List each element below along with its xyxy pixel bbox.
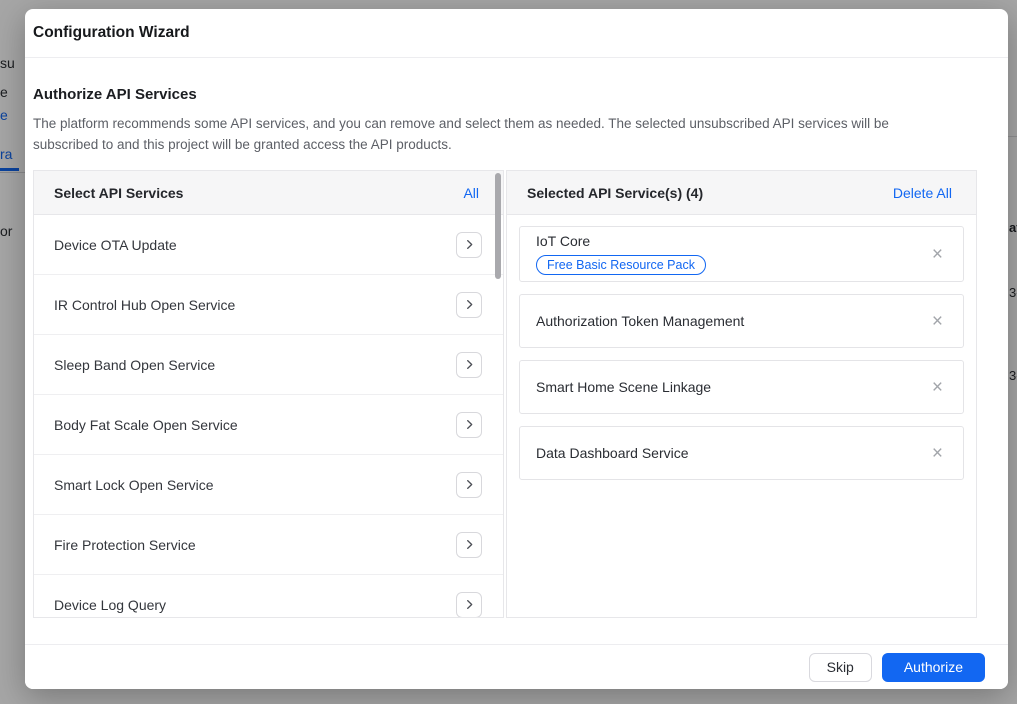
service-name: Data Dashboard Service <box>536 445 689 461</box>
dialog-title: Configuration Wizard <box>33 24 190 42</box>
select-panel-title: Select API Services <box>54 185 183 201</box>
selected-api-services-panel: Selected API Service(s) (4) Delete All I… <box>506 170 977 618</box>
add-service-button[interactable] <box>456 232 482 258</box>
available-service-row: Fire Protection Service <box>34 515 503 575</box>
chevron-right-icon <box>464 599 475 610</box>
service-name: Authorization Token Management <box>536 313 744 329</box>
configuration-wizard-dialog: Configuration Wizard Authorize API Servi… <box>25 9 1008 689</box>
scrollbar-thumb[interactable] <box>495 173 501 279</box>
authorize-button[interactable]: Authorize <box>882 653 985 682</box>
selected-service-card: Authorization Token Management × <box>519 294 964 348</box>
service-name: Fire Protection Service <box>54 537 196 553</box>
add-service-button[interactable] <box>456 472 482 498</box>
add-service-button[interactable] <box>456 592 482 618</box>
select-api-services-panel: Select API Services All Device OTA Updat… <box>33 170 504 618</box>
remove-service-icon[interactable]: × <box>932 312 943 331</box>
selected-service-card: Smart Home Scene Linkage × <box>519 360 964 414</box>
selected-service-info: Smart Home Scene Linkage <box>536 379 711 395</box>
chevron-right-icon <box>464 239 475 250</box>
service-name: Smart Lock Open Service <box>54 477 214 493</box>
available-service-row: IR Control Hub Open Service <box>34 275 503 335</box>
select-panel-header: Select API Services All <box>34 171 503 215</box>
selected-service-card: IoT Core Free Basic Resource Pack × <box>519 226 964 282</box>
selected-service-info: IoT Core Free Basic Resource Pack <box>536 233 706 275</box>
selected-service-info: Authorization Token Management <box>536 313 744 329</box>
available-service-row: Body Fat Scale Open Service <box>34 395 503 455</box>
available-service-row: Smart Lock Open Service <box>34 455 503 515</box>
resource-pack-badge: Free Basic Resource Pack <box>536 255 706 275</box>
available-service-row: Device OTA Update <box>34 215 503 275</box>
select-all-link[interactable]: All <box>463 185 479 201</box>
screen: su e e ra or at 3- 3- Configuration Wiza… <box>0 0 1017 704</box>
available-services-list: Device OTA Update IR Control Hub Open Ser… <box>34 215 503 617</box>
service-name: Device OTA Update <box>54 237 177 253</box>
selected-service-card: Data Dashboard Service × <box>519 426 964 480</box>
service-name: Device Log Query <box>54 597 166 613</box>
service-name: Smart Home Scene Linkage <box>536 379 711 395</box>
remove-service-icon[interactable]: × <box>932 378 943 397</box>
chevron-right-icon <box>464 479 475 490</box>
selected-service-info: Data Dashboard Service <box>536 445 689 461</box>
section-description: The platform recommends some API service… <box>33 113 1000 155</box>
chevron-right-icon <box>464 299 475 310</box>
remove-service-icon[interactable]: × <box>932 245 943 264</box>
description-line: subscribed to and this project will be g… <box>33 134 1000 155</box>
service-name: Body Fat Scale Open Service <box>54 417 238 433</box>
selected-panel-title: Selected API Service(s) (4) <box>527 185 703 201</box>
delete-all-link[interactable]: Delete All <box>893 185 952 201</box>
selected-panel-header: Selected API Service(s) (4) Delete All <box>507 171 976 215</box>
transfer-panels: Select API Services All Device OTA Updat… <box>33 170 977 618</box>
available-service-row: Device Log Query <box>34 575 503 617</box>
chevron-right-icon <box>464 539 475 550</box>
skip-button[interactable]: Skip <box>809 653 872 682</box>
available-service-row: Sleep Band Open Service <box>34 335 503 395</box>
add-service-button[interactable] <box>456 292 482 318</box>
remove-service-icon[interactable]: × <box>932 444 943 463</box>
dialog-header: Configuration Wizard <box>25 9 1008 58</box>
chevron-right-icon <box>464 359 475 370</box>
chevron-right-icon <box>464 419 475 430</box>
add-service-button[interactable] <box>456 352 482 378</box>
add-service-button[interactable] <box>456 412 482 438</box>
service-name: Sleep Band Open Service <box>54 357 215 373</box>
section-title: Authorize API Services <box>33 86 1000 103</box>
add-service-button[interactable] <box>456 532 482 558</box>
dialog-body: Authorize API Services The platform reco… <box>25 58 1008 618</box>
service-name: IR Control Hub Open Service <box>54 297 235 313</box>
service-name: IoT Core <box>536 233 706 249</box>
selected-services-list: IoT CoreFree Basic Resource Pack×Authori… <box>507 215 976 617</box>
dialog-footer: Skip Authorize <box>25 644 1008 689</box>
description-line: The platform recommends some API service… <box>33 113 1000 134</box>
